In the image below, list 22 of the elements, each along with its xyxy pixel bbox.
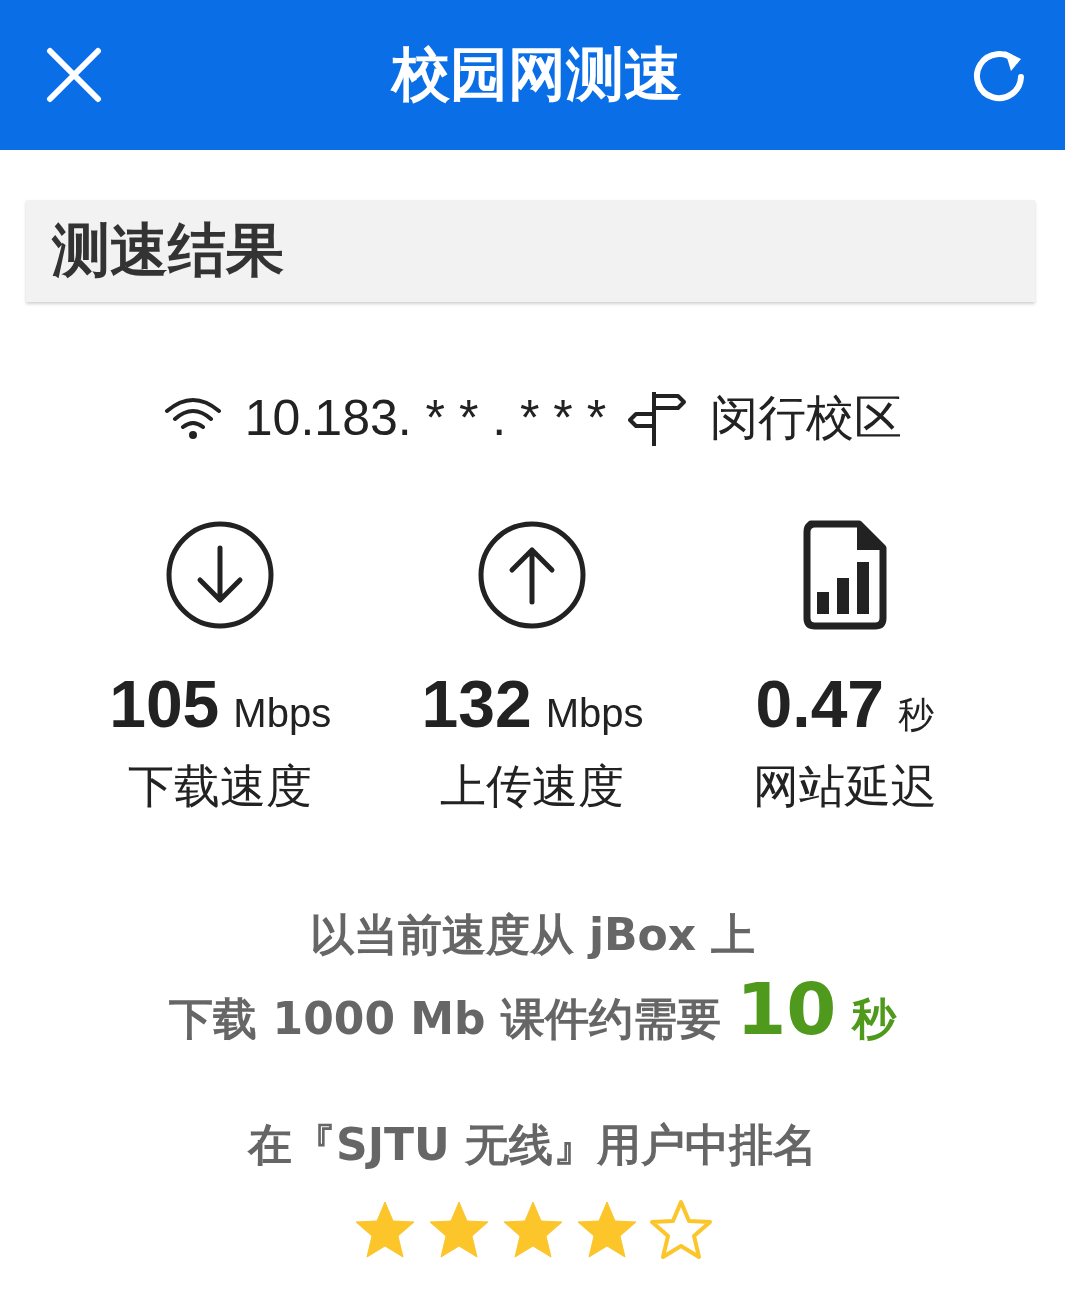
campus-name: 闵行校区 — [710, 388, 903, 447]
metric-unit: Mbps — [233, 691, 332, 736]
metric-value: 132 — [421, 666, 532, 742]
close-icon — [46, 47, 102, 103]
metric-unit: 秒 — [898, 693, 935, 737]
close-button[interactable] — [46, 47, 102, 103]
document-chart-icon — [802, 520, 887, 630]
wifi-icon — [162, 395, 223, 441]
empty-star-icon — [648, 1199, 713, 1261]
screen-title: 校园网测速 — [391, 39, 682, 110]
metric-label: 上传速度 — [440, 758, 625, 815]
section-title: 测速结果 — [52, 215, 284, 286]
metric-label: 下载速度 — [128, 758, 313, 815]
download-estimate: 以当前速度从 jBox 上 下载 1000 Mb 课件约需要 10 秒 — [168, 908, 898, 1053]
upload-icon — [477, 520, 588, 630]
metric-value: 105 — [109, 666, 220, 742]
download-icon — [165, 520, 276, 630]
ranking-text: 在『SJTU 无线』用户中排名 — [246, 1118, 819, 1172]
ip-address: 10.183. * * . * * * — [244, 389, 607, 447]
metric-unit: Mbps — [545, 691, 644, 736]
metric-label: 网站延迟 — [752, 758, 937, 815]
metric-value: 0.47 — [755, 666, 885, 742]
